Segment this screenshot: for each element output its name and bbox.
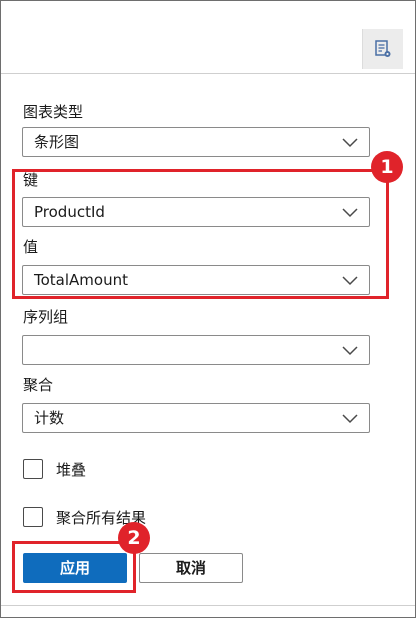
panel-header — [1, 1, 415, 74]
cancel-button[interactable]: 取消 — [139, 553, 243, 583]
panel-footer-divider — [1, 605, 415, 606]
series-group-select[interactable] — [22, 335, 370, 365]
chart-settings-panel: 图表类型 条形图 键 ProductId 值 TotalAmount 序列组 聚… — [0, 0, 416, 618]
annotation-badge-2: 2 — [118, 522, 150, 554]
chart-type-label: 图表类型 — [23, 103, 84, 121]
aggregate-all-checkbox[interactable] — [23, 507, 43, 527]
chart-type-value: 条形图 — [34, 133, 80, 151]
stacked-checkbox-row[interactable]: 堆叠 — [23, 457, 86, 481]
series-group-label: 序列组 — [23, 308, 69, 326]
chart-type-select[interactable]: 条形图 — [22, 127, 370, 157]
stacked-checkbox-label: 堆叠 — [56, 460, 87, 479]
annotation-badge-1: 1 — [371, 151, 403, 183]
chart-settings-toggle-button[interactable] — [362, 29, 403, 69]
chevron-down-icon — [342, 346, 358, 356]
aggregate-label: 聚合 — [23, 376, 54, 394]
stacked-checkbox[interactable] — [23, 459, 43, 479]
chart-settings-icon — [375, 40, 391, 57]
aggregate-select[interactable]: 计数 — [22, 403, 370, 433]
chevron-down-icon — [342, 138, 358, 148]
apply-highlight-box — [12, 541, 136, 593]
aggregate-value: 计数 — [34, 409, 65, 427]
key-value-highlight-box — [12, 169, 389, 299]
chevron-down-icon — [342, 414, 358, 424]
